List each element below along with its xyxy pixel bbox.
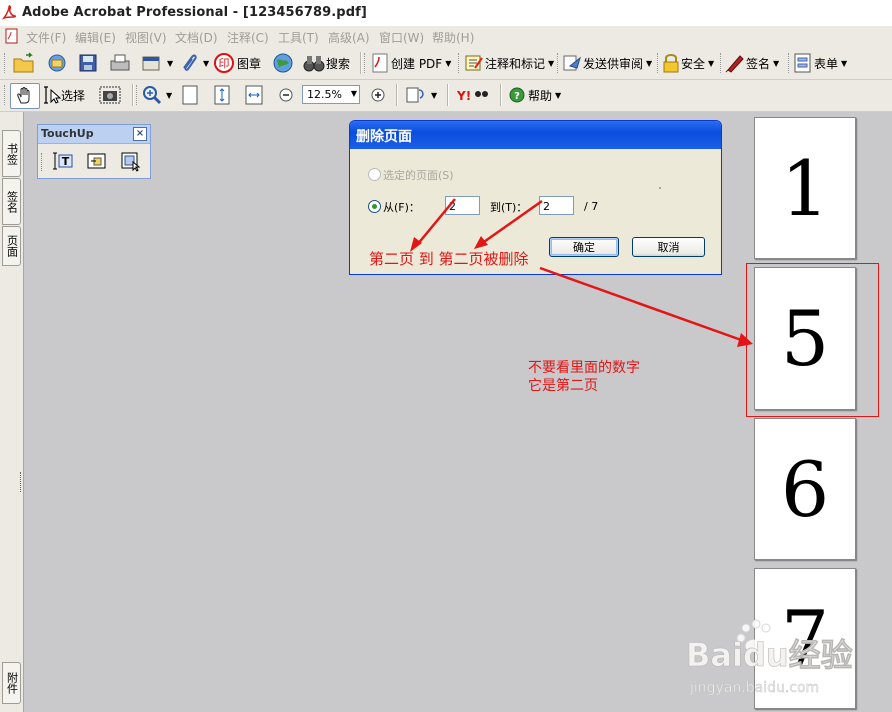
watermark-url: jingyan.baidu.com — [689, 680, 819, 696]
red-arrowhead-icon — [737, 333, 753, 347]
red-arrow-icon — [416, 198, 456, 246]
baidu-watermark-logo: Baidu经验 jingyan.baidu.com — [686, 619, 853, 696]
watermark-brand: Baidu经验 — [686, 636, 853, 674]
red-arrow-icon — [539, 266, 745, 343]
red-arrow-icon — [480, 199, 543, 246]
dialog-speck — [659, 187, 661, 189]
red-arrowhead-icon — [474, 236, 488, 249]
annotation-arrows — [410, 187, 753, 347]
